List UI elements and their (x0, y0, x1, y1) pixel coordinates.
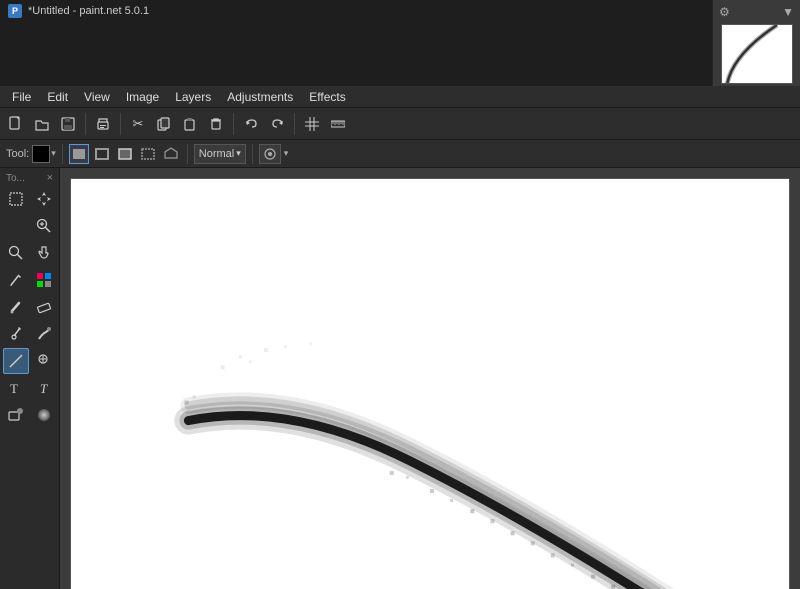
menu-file[interactable]: File (4, 88, 39, 106)
tool-opts-sep-2 (187, 144, 188, 164)
shape-complex-button[interactable] (161, 144, 181, 164)
menu-effects[interactable]: Effects (301, 88, 353, 106)
shape-filled-rect-button[interactable] (69, 144, 89, 164)
pencil-tool[interactable] (3, 267, 29, 293)
shape-outline-rect-button[interactable] (92, 144, 112, 164)
svg-text:T: T (40, 381, 48, 396)
window-title: *Untitled - paint.net 5.0.1 (28, 5, 149, 17)
preview-panel: ⚙ ▼ (712, 0, 800, 86)
shape-empty-rect-button[interactable] (138, 144, 158, 164)
print-button[interactable] (91, 112, 115, 136)
color-fill-tool[interactable] (31, 267, 57, 293)
preview-layer-icon[interactable]: ▼ (782, 5, 794, 19)
text-tool[interactable]: T (3, 375, 29, 401)
preview-thumbnail (721, 24, 793, 84)
paste-button[interactable] (178, 112, 202, 136)
shape-tool[interactable] (3, 402, 29, 428)
svg-text:T: T (10, 381, 18, 396)
move-tool[interactable] (31, 186, 57, 212)
rectangle-select-tool[interactable] (3, 186, 29, 212)
preview-svg (722, 25, 793, 84)
redo-button[interactable] (265, 112, 289, 136)
lasso-tool[interactable] (3, 213, 29, 239)
tool-color-box[interactable] (32, 145, 50, 163)
preview-icon-row: ⚙ ▼ (715, 2, 798, 22)
copy-button[interactable] (152, 112, 176, 136)
line-curve-tool[interactable] (3, 348, 29, 374)
smudge-tool[interactable] (31, 321, 57, 347)
main-area: To... × (0, 168, 800, 589)
canvas-wrapper[interactable] (60, 168, 800, 589)
tools-panel-header: To... × (2, 170, 57, 186)
tool-opts-sep-3 (252, 144, 253, 164)
toolbar-sep-3 (233, 113, 234, 135)
clone-tool[interactable] (31, 348, 57, 374)
blend-mode-dropdown[interactable]: Normal ▾ (194, 144, 246, 164)
tool-options-bar: Tool: ▾ Normal ▾ (0, 140, 800, 168)
menubar: File Edit View Image Layers Adjustments … (0, 86, 800, 108)
tool-color-selector[interactable]: ▾ (32, 145, 56, 163)
toolbar-sep-2 (120, 113, 121, 135)
magic-wand-tool[interactable] (3, 240, 29, 266)
tools-panel-close[interactable]: × (47, 172, 53, 184)
delete-button[interactable] (204, 112, 228, 136)
menu-adjustments[interactable]: Adjustments (219, 88, 301, 106)
tool-opts-sep-1 (62, 144, 63, 164)
save-button[interactable] (56, 112, 80, 136)
canvas-container[interactable] (70, 178, 790, 589)
toolbar: ✂ (0, 108, 800, 140)
blend-mode-arrow: ▾ (236, 148, 241, 159)
tools-grid: T T (2, 186, 57, 428)
text-italic-tool[interactable]: T (31, 375, 57, 401)
menu-edit[interactable]: Edit (39, 88, 76, 106)
titlebar-area: P *Untitled - paint.net 5.0.1 ⚙ ▼ (0, 0, 800, 86)
color-picker-tool[interactable] (3, 321, 29, 347)
app-icon: P (8, 4, 22, 18)
title-section: P *Untitled - paint.net 5.0.1 (0, 0, 712, 22)
open-button[interactable] (30, 112, 54, 136)
gradient-tool[interactable] (31, 402, 57, 428)
new-button[interactable] (4, 112, 28, 136)
eraser-tool[interactable] (31, 294, 57, 320)
tools-panel-title: To... (6, 173, 25, 184)
rulers-button[interactable] (326, 112, 350, 136)
shape-partial-rect-button[interactable] (115, 144, 135, 164)
zoom-tool[interactable] (31, 213, 57, 239)
grid-button[interactable] (300, 112, 324, 136)
brush-tool[interactable] (3, 294, 29, 320)
canvas-svg[interactable] (71, 179, 789, 589)
pan-tool[interactable] (31, 240, 57, 266)
app-window: P *Untitled - paint.net 5.0.1 ⚙ ▼ File E… (0, 0, 800, 589)
cut-button[interactable]: ✂ (126, 112, 150, 136)
menu-layers[interactable]: Layers (167, 88, 219, 106)
preview-gear-icon[interactable]: ⚙ (719, 5, 730, 19)
undo-button[interactable] (239, 112, 263, 136)
tools-panel: To... × (0, 168, 60, 589)
menu-view[interactable]: View (76, 88, 118, 106)
menu-image[interactable]: Image (118, 88, 167, 106)
antialias-arrow[interactable]: ▾ (284, 148, 289, 159)
tool-color-arrow[interactable]: ▾ (51, 148, 56, 159)
antialias-button[interactable] (259, 144, 281, 164)
tool-label: Tool: (6, 148, 29, 160)
toolbar-sep-4 (294, 113, 295, 135)
blend-mode-label: Normal (199, 148, 234, 160)
toolbar-sep-1 (85, 113, 86, 135)
